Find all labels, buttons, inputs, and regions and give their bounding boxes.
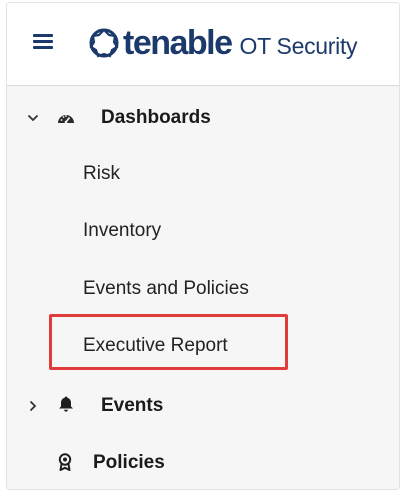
- sidebar-subitem-label: Events and Policies: [83, 278, 249, 299]
- sidebar-subitem-risk[interactable]: Risk: [7, 154, 399, 194]
- sidebar-subitem-executive-report[interactable]: Executive Report: [7, 326, 399, 366]
- sidebar-item-policies[interactable]: Policies: [7, 443, 399, 483]
- sidebar-subitem-label: Risk: [83, 163, 120, 184]
- sidebar-subitem-inventory[interactable]: Inventory: [7, 211, 399, 251]
- sidebar-subitem-label: Executive Report: [83, 335, 228, 356]
- sidebar-nav: Dashboards Risk Inventory Events and Pol…: [7, 86, 399, 489]
- award-ribbon-icon: [58, 453, 72, 471]
- brand-name: tenable: [123, 23, 233, 62]
- sidebar-item-label: Dashboards: [101, 107, 211, 128]
- app-window: tenable OT Security Dashboards Risk Inve…: [6, 2, 400, 490]
- brand-logo: tenable OT Security: [87, 18, 358, 68]
- sidebar-subitem-label: Inventory: [83, 220, 162, 241]
- top-header: tenable OT Security: [7, 3, 399, 86]
- sidebar-subitem-events-and-policies[interactable]: Events and Policies: [7, 269, 399, 309]
- dashboard-gauge-icon: [58, 115, 74, 124]
- sidebar-item-events[interactable]: Events: [7, 386, 399, 426]
- bell-icon: [59, 396, 73, 412]
- tenable-logo-mark-icon: [89, 28, 119, 58]
- sidebar-item-dashboards[interactable]: Dashboards: [7, 98, 399, 138]
- hamburger-menu-icon[interactable]: [33, 34, 53, 50]
- product-name: OT Security: [239, 32, 358, 59]
- chevron-down-icon[interactable]: [27, 112, 39, 124]
- sidebar-item-label: Events: [101, 395, 164, 416]
- chevron-right-icon[interactable]: [27, 400, 39, 412]
- sidebar-item-label: Policies: [93, 452, 165, 473]
